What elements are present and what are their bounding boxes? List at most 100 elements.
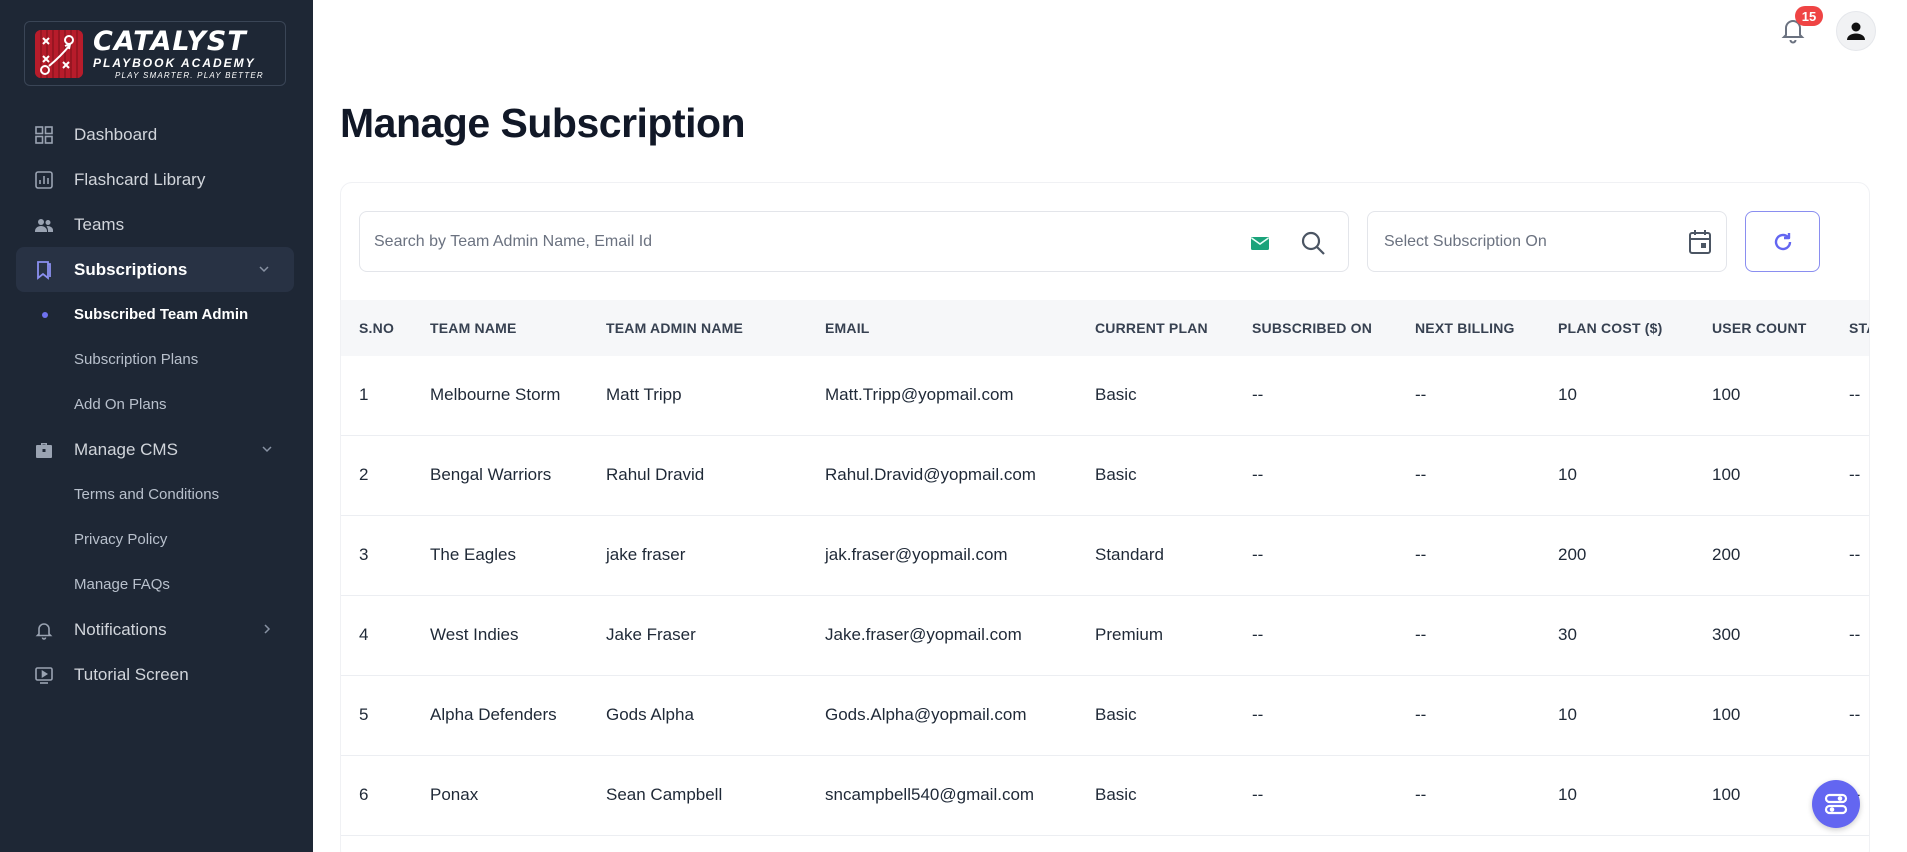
cell-current-plan: Basic (1095, 465, 1137, 484)
cell-team-name: Melbourne Storm (430, 385, 561, 404)
cell-subscribed-on: -- (1252, 385, 1264, 404)
cell-team-name: West Indies (430, 625, 519, 644)
cell-next-billing: -- (1415, 785, 1427, 804)
bookmark-icon (37, 261, 51, 280)
refresh-icon (1774, 232, 1791, 250)
cell-team-admin-name: Matt Tripp (606, 385, 682, 404)
sidebar-item-label: Subscribed Team Admin (74, 306, 249, 323)
column-header-next-billing[interactable]: NEXT BILLING (1415, 320, 1515, 336)
chevron-down-icon (262, 446, 272, 453)
brand-tagline: PLAY SMARTER. PLAY BETTER (115, 70, 264, 80)
brand-subtitle: PLAYBOOK ACADEMY (93, 55, 256, 70)
sidebar-subitem-subscribed-team-admin[interactable]: Subscribed Team Admin (0, 292, 313, 337)
sidebar-item-label: Add On Plans (74, 396, 167, 413)
search-input[interactable] (374, 232, 1154, 251)
column-header-subscribed-on[interactable]: SUBSCRIBED ON (1252, 320, 1372, 336)
calendar-icon[interactable] (1688, 229, 1712, 255)
cell-plan-cost: 10 (1558, 785, 1577, 804)
sidebar-subitem-faqs[interactable]: Manage FAQs (0, 562, 313, 607)
sidebar-item-label: Manage CMS (74, 439, 178, 459)
refresh-button[interactable] (1745, 211, 1820, 272)
cell-current-plan: Basic (1095, 385, 1137, 404)
column-header-email[interactable]: EMAIL (825, 320, 870, 336)
sidebar-item-label: Privacy Policy (74, 531, 168, 548)
table-row[interactable]: 2 Bengal Warriors Rahul Dravid Rahul.Dravid… (341, 436, 1869, 516)
sidebar-item-label: Flashcard Library (74, 169, 206, 189)
sidebar-item-teams[interactable]: Teams (0, 202, 313, 247)
sidebar-subitem-terms[interactable]: Terms and Conditions (0, 472, 313, 517)
sidebar-item-label: Manage FAQs (74, 576, 170, 593)
cell-next-billing: -- (1415, 705, 1427, 724)
sidebar-item-flashcard-library[interactable]: Flashcard Library (0, 157, 313, 202)
column-header-team-admin-name[interactable]: TEAM ADMIN NAME (606, 320, 743, 336)
sidebar-item-manage-cms[interactable]: Manage CMS (0, 427, 313, 472)
cell-team-name: Alpha Defenders (430, 705, 557, 724)
column-header-status[interactable]: STA (1849, 320, 1869, 336)
sidebar-item-label: Subscription Plans (74, 351, 199, 368)
sidebar-item-subscriptions[interactable]: Subscriptions (16, 247, 294, 292)
sidebar-item-dashboard[interactable]: Dashboard (0, 112, 313, 157)
cell-status: -- (1849, 545, 1861, 564)
cell-next-billing: -- (1415, 545, 1427, 564)
email-extension-icon[interactable] (1250, 234, 1270, 252)
sidebar-item-tutorial-screen[interactable]: Tutorial Screen (0, 652, 313, 697)
video-screen-icon (35, 667, 53, 684)
cell-sno: 5 (359, 705, 369, 724)
brand-logo[interactable]: CATALYST PLAYBOOK ACADEMY PLAY SMARTER. … (24, 21, 286, 86)
column-header-team-name[interactable]: TEAM NAME (430, 320, 517, 336)
cell-status: -- (1849, 385, 1861, 404)
cell-email: jak.fraser@yopmail.com (825, 545, 1008, 564)
cell-email: Jake.fraser@yopmail.com (825, 625, 1022, 644)
sidebar-item-notifications[interactable]: Notifications (0, 607, 313, 652)
table-row[interactable]: 1 Melbourne Storm Matt Tripp Matt.Tripp@yop… (341, 356, 1869, 436)
cell-sno: 1 (359, 385, 369, 404)
grid-icon (35, 126, 53, 144)
cell-email: Gods.Alpha@yopmail.com (825, 705, 1027, 724)
cell-next-billing: -- (1415, 625, 1427, 644)
cell-team-admin-name: jake fraser (606, 545, 686, 564)
table-row[interactable]: 3 The Eagles jake fraser jak.fraser@yopmail… (341, 516, 1869, 596)
sidebar: CATALYST PLAYBOOK ACADEMY PLAY SMARTER. … (0, 0, 313, 852)
user-avatar[interactable] (1836, 11, 1876, 51)
chevron-right-icon (264, 624, 271, 634)
sidebar-subitem-subscription-plans[interactable]: Subscription Plans (0, 337, 313, 382)
cell-user-count: 100 (1712, 465, 1741, 484)
table-row[interactable]: 5 Alpha Defenders Gods Alpha Gods.Alpha@yop… (341, 676, 1869, 756)
cell-user-count: 100 (1712, 385, 1741, 404)
sidebar-item-label: Tutorial Screen (74, 664, 189, 684)
column-header-plan-cost[interactable]: PLAN COST ($) (1558, 320, 1663, 336)
sidebar-subitem-add-on-plans[interactable]: Add On Plans (0, 382, 313, 427)
cell-plan-cost: 200 (1558, 545, 1587, 564)
sidebar-subitem-privacy[interactable]: Privacy Policy (0, 517, 313, 562)
subscription-date-input[interactable] (1384, 232, 1658, 251)
column-header-sno[interactable]: S.NO (359, 320, 394, 336)
cell-next-billing: -- (1415, 385, 1427, 404)
cell-team-name: Bengal Warriors (430, 465, 552, 484)
cell-status: -- (1849, 625, 1861, 644)
cell-user-count: 300 (1712, 625, 1741, 644)
cell-sno: 2 (359, 465, 369, 484)
cell-email: Matt.Tripp@yopmail.com (825, 385, 1014, 404)
cell-email: Rahul.Dravid@yopmail.com (825, 465, 1036, 484)
table-row[interactable]: 6 Ponax Sean Campbell sncampbell540@gmail.c… (341, 756, 1869, 836)
table-row[interactable]: 4 West Indies Jake Fraser Jake.fraser@yopma… (341, 596, 1869, 676)
cell-plan-cost: 10 (1558, 705, 1577, 724)
sidebar-item-label: Notifications (74, 619, 167, 639)
page-scrollbar[interactable] (1898, 0, 1907, 852)
cell-sno: 6 (359, 785, 369, 804)
cell-team-admin-name: Jake Fraser (606, 625, 696, 644)
column-header-current-plan[interactable]: CURRENT PLAN (1095, 320, 1208, 336)
cell-team-admin-name: Sean Campbell (606, 785, 723, 804)
cell-subscribed-on: -- (1252, 705, 1264, 724)
cell-next-billing: -- (1415, 465, 1427, 484)
bell-icon (35, 623, 53, 640)
cell-team-admin-name: Rahul Dravid (606, 465, 705, 484)
bar-chart-icon (35, 171, 53, 189)
search-icon[interactable] (1300, 230, 1326, 256)
playbook-logo-icon (35, 29, 83, 78)
floating-menu-button[interactable] (1812, 780, 1860, 828)
column-header-user-count[interactable]: USER COUNT (1712, 320, 1807, 336)
sidebar-nav: Dashboard Flashcard Library Teams Subscr… (0, 112, 313, 697)
cell-status: -- (1849, 465, 1861, 484)
briefcase-icon (36, 443, 52, 458)
